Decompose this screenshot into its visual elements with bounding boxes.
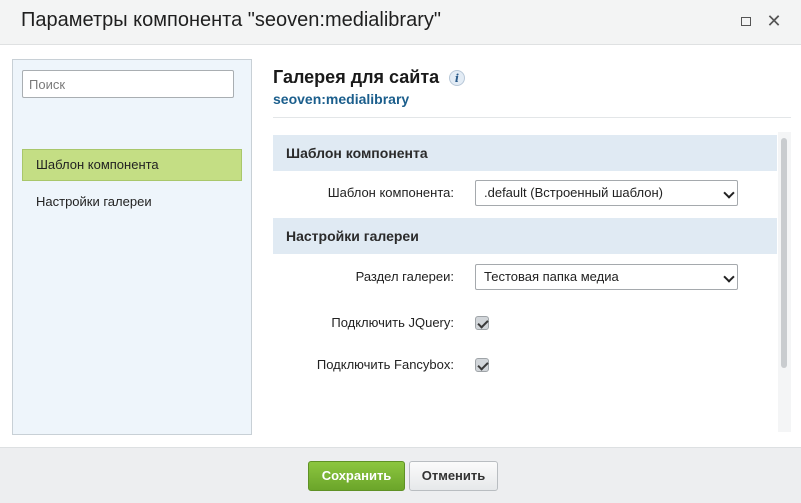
sidebar: Шаблон компонента Настройки галереи [12, 59, 252, 435]
sidebar-item-component-template[interactable]: Шаблон компонента [22, 149, 242, 181]
checkmark-icon [476, 316, 489, 329]
scrollbar-thumb[interactable] [781, 138, 787, 368]
main-panel: Галерея для сайта i seoven:medialibrary … [273, 45, 793, 447]
dialog-content: Шаблон компонента Настройки галереи Гале… [0, 45, 801, 447]
divider [273, 117, 791, 118]
scrollbar[interactable] [778, 132, 791, 432]
dialog-titlebar: Параметры компонента "seoven:medialibrar… [0, 0, 801, 45]
gallery-section-label: Раздел галереи: [355, 269, 454, 284]
maximize-button[interactable] [737, 12, 755, 30]
section-header-gallery: Настройки галереи [273, 218, 777, 254]
gallery-section-select[interactable]: Тестовая папка медиа [475, 264, 738, 290]
template-field-label: Шаблон компонента: [327, 185, 454, 200]
settings-panel: Шаблон компонента Шаблон компонента: .de… [273, 132, 791, 447]
save-button[interactable]: Сохранить [308, 461, 405, 491]
fancybox-checkbox[interactable] [475, 358, 489, 372]
close-icon: ✕ [766, 11, 782, 31]
checkmark-icon [476, 358, 489, 371]
search-input[interactable] [22, 70, 234, 98]
chevron-down-icon [723, 271, 735, 283]
gallery-section-select-value: Тестовая папка медиа [484, 269, 619, 284]
cancel-button[interactable]: Отменить [409, 461, 498, 491]
component-code: seoven:medialibrary [273, 91, 410, 107]
page-title: Галерея для сайта [273, 67, 440, 87]
maximize-icon [741, 17, 751, 26]
info-icon[interactable]: i [449, 70, 465, 86]
chevron-down-icon [723, 187, 735, 199]
section-header-template: Шаблон компонента [273, 135, 777, 171]
jquery-checkbox[interactable] [475, 316, 489, 330]
sidebar-item-gallery-settings[interactable]: Настройки галереи [22, 186, 242, 218]
fancybox-label: Подключить Fancybox: [316, 357, 454, 372]
jquery-label: Подключить JQuery: [331, 315, 454, 330]
dialog-footer: Сохранить Отменить [0, 447, 801, 503]
template-select-value: .default (Встроенный шаблон) [484, 185, 663, 200]
dialog-title: Параметры компонента "seoven:medialibrar… [21, 9, 441, 31]
template-select[interactable]: .default (Встроенный шаблон) [475, 180, 738, 206]
close-button[interactable]: ✕ [765, 12, 783, 30]
